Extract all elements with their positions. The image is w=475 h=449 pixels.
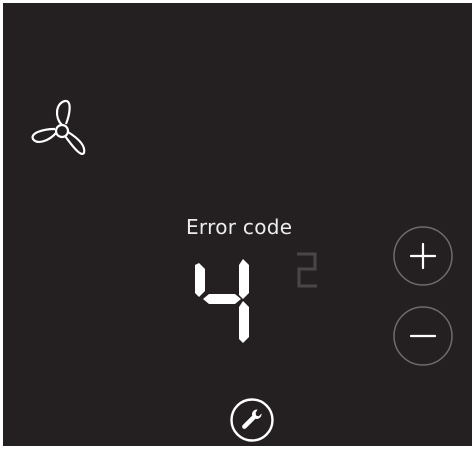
fan-icon [29,99,93,159]
display-panel: Error code [3,3,472,446]
wrench-icon [242,409,262,429]
service-button[interactable] [229,397,275,443]
segment-f [195,263,205,297]
increase-button[interactable] [392,225,454,287]
decrease-button[interactable] [392,305,454,367]
segment-b [239,259,249,299]
secondary-digit [293,251,321,291]
error-code-digit [195,257,257,343]
error-code-label: Error code [186,215,293,239]
segment-c [239,301,249,343]
plus-icon [409,242,437,270]
segment-g [203,294,241,304]
